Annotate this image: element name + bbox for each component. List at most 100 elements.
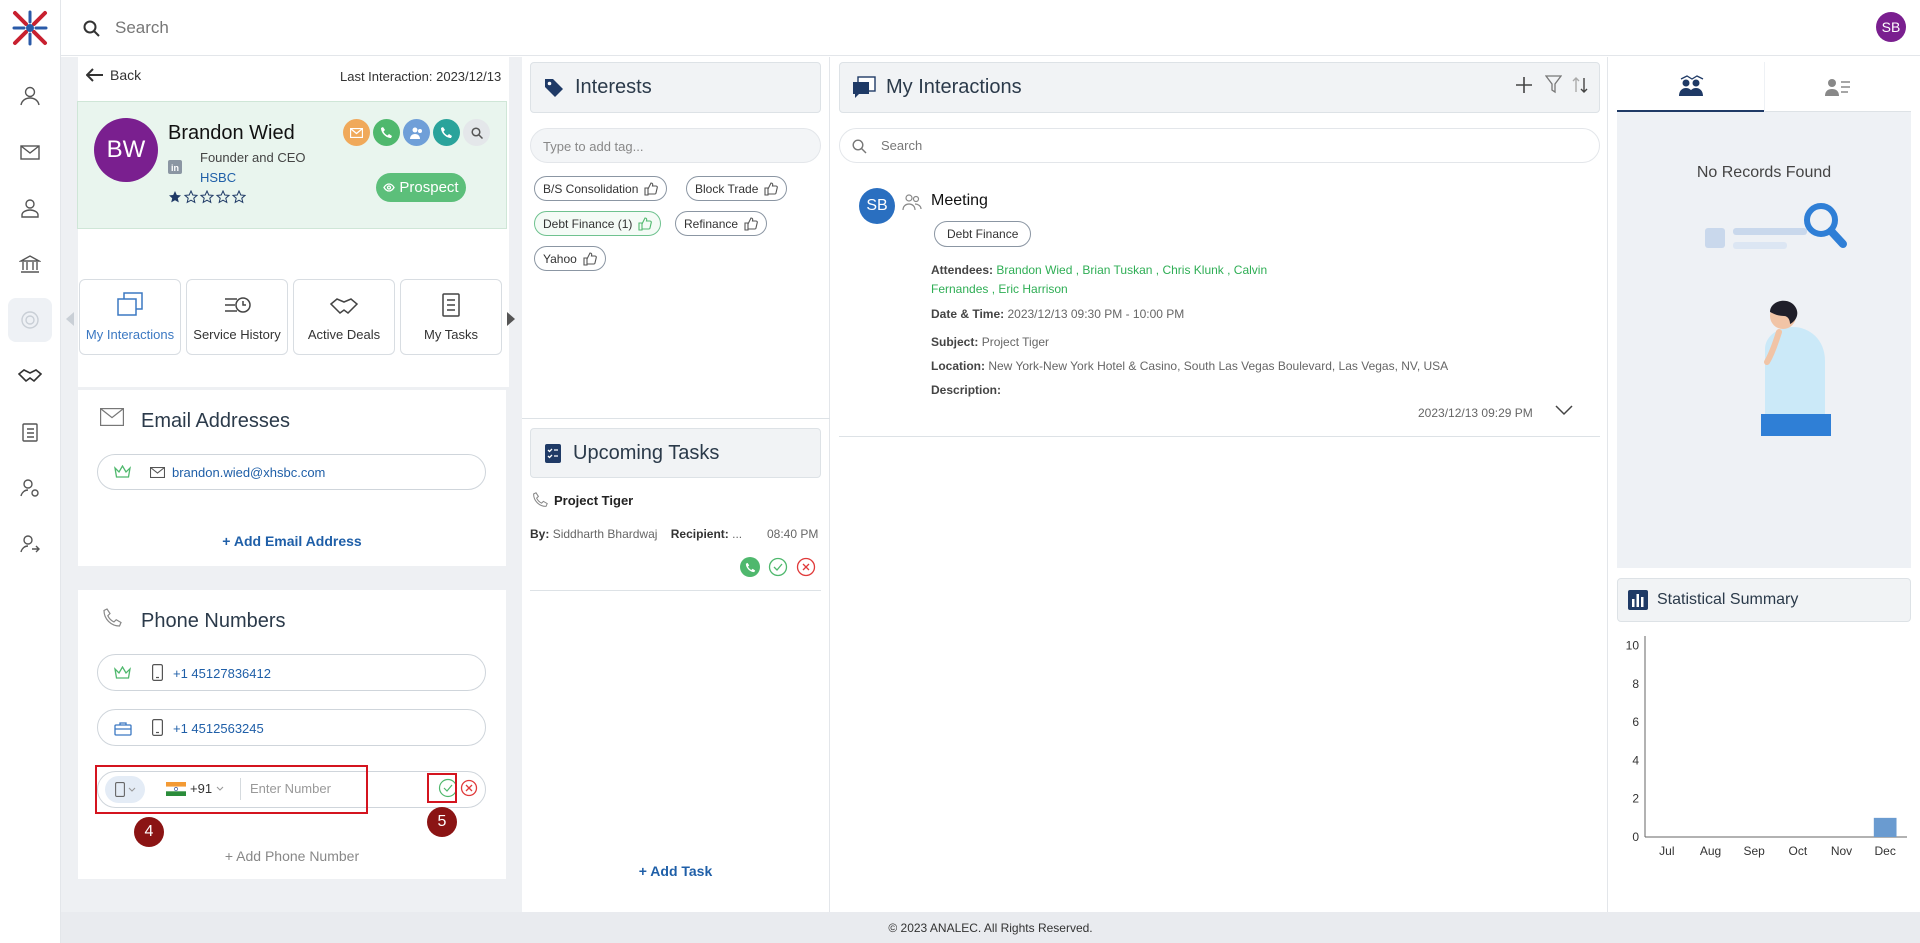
- filter-icon[interactable]: [1545, 75, 1562, 94]
- stats-header: Statistical Summary: [1617, 578, 1911, 622]
- interest-tag[interactable]: Refinance: [675, 211, 768, 236]
- chat-bubbles-icon: [853, 75, 876, 98]
- interest-tag[interactable]: Block Trade: [686, 176, 788, 201]
- service-history-icon: [225, 297, 251, 313]
- svg-text:in: in: [171, 163, 179, 173]
- tile-my-interactions[interactable]: My Interactions: [79, 279, 181, 355]
- profile-avatar: BW: [94, 118, 158, 182]
- x-tick-label: Aug: [1700, 844, 1721, 858]
- meeting-action-icon[interactable]: [403, 119, 430, 146]
- contacts-nav-icon[interactable]: [8, 74, 52, 118]
- user-avatar[interactable]: SB: [1876, 12, 1906, 42]
- add-email-button[interactable]: + Add Email Address: [78, 533, 506, 549]
- add-phone-button[interactable]: + Add Phone Number: [78, 848, 506, 864]
- attendees: Attendees: Brandon Wied , Brian Tuskan ,…: [931, 261, 1267, 280]
- divider: [530, 590, 821, 591]
- prospect-label: Prospect: [399, 179, 459, 196]
- rating-stars[interactable]: [168, 190, 246, 204]
- interest-tag[interactable]: B/S Consolidation: [534, 176, 668, 201]
- bar-dec: [1873, 817, 1897, 837]
- linkedin-icon[interactable]: in: [168, 160, 182, 174]
- tiles-scroll-left-icon[interactable]: [65, 312, 75, 326]
- tag-icon: [545, 78, 563, 97]
- settings-nav-icon[interactable]: [8, 298, 52, 342]
- attendees-line1[interactable]: Brandon Wied , Brian Tuskan , Chris Klun…: [996, 263, 1267, 277]
- location-label: Location:: [931, 359, 985, 373]
- empty-search-illustration: [1705, 198, 1855, 258]
- thumbs-up-icon[interactable]: [583, 251, 597, 266]
- add-task-button[interactable]: + Add Task: [530, 863, 821, 879]
- thumbs-up-icon[interactable]: [638, 216, 653, 231]
- tile-my-tasks[interactable]: My Tasks: [400, 279, 502, 355]
- interest-tag-liked[interactable]: Debt Finance (1): [534, 211, 662, 236]
- tile-active-deals[interactable]: Active Deals: [293, 279, 395, 355]
- interest-tag-label: B/S Consolidation: [543, 181, 639, 196]
- email-action-icon[interactable]: [343, 119, 370, 146]
- global-search-input[interactable]: Search: [115, 18, 169, 38]
- highlight-box-4: [95, 765, 368, 814]
- step-badge-5: 5: [427, 807, 457, 837]
- expand-chevron-icon[interactable]: [1555, 405, 1573, 416]
- profile-title: Founder and CEO: [200, 150, 306, 165]
- thumbs-up-icon[interactable]: [744, 216, 758, 231]
- interaction-type[interactable]: Meeting: [931, 192, 988, 210]
- back-button[interactable]: Back: [86, 67, 141, 83]
- phone-row-primary[interactable]: +1 45127836412: [97, 654, 486, 691]
- task-time: 08:40 PM: [767, 527, 819, 541]
- clipboard-icon: [442, 293, 460, 317]
- user-settings-nav-icon[interactable]: [8, 466, 52, 510]
- interest-tag[interactable]: Yahoo: [534, 246, 606, 271]
- description-label: Description:: [931, 383, 1002, 397]
- task-cancel-icon[interactable]: [796, 557, 816, 577]
- tab-relationships[interactable]: [1617, 62, 1764, 112]
- profile-name: Brandon Wied: [168, 122, 295, 144]
- prospect-status-button[interactable]: Prospect: [376, 173, 466, 202]
- search-icon: [852, 139, 867, 154]
- handshake-icon: [329, 298, 359, 314]
- task-title[interactable]: Project Tiger: [554, 493, 633, 508]
- user-share-nav-icon[interactable]: [8, 522, 52, 566]
- task-by-label: By:: [530, 527, 550, 541]
- task-recipient-value: ...: [732, 527, 743, 541]
- left-sidebar: [0, 0, 61, 943]
- email-value[interactable]: brandon.wied@xhsbc.com: [172, 465, 325, 480]
- handshake-nav-icon[interactable]: [8, 354, 52, 398]
- tasks-nav-icon[interactable]: [8, 410, 52, 454]
- add-interaction-icon[interactable]: [1515, 76, 1533, 94]
- tile-label: Service History: [193, 327, 281, 342]
- interest-tag-input[interactable]: Type to add tag...: [530, 128, 821, 163]
- bank-nav-icon[interactable]: [8, 242, 52, 286]
- attendees-label: Attendees:: [931, 263, 994, 277]
- mail-nav-icon[interactable]: [8, 130, 52, 174]
- interactions-header: My Interactions: [839, 62, 1600, 113]
- call-action-icon[interactable]: [373, 119, 400, 146]
- phone-row-work[interactable]: +1 4512563245: [97, 709, 486, 746]
- x-tick-label: Sep: [1743, 844, 1765, 858]
- interactions-search[interactable]: Search: [839, 128, 1600, 163]
- mobile-phone-icon: [152, 664, 163, 681]
- phone-value[interactable]: +1 4512563245: [173, 721, 264, 736]
- email-row[interactable]: brandon.wied@xhsbc.com: [97, 454, 486, 490]
- thumbs-up-icon[interactable]: [764, 181, 779, 196]
- interactions-icon: [117, 292, 143, 316]
- envelope-icon: [100, 408, 124, 426]
- task-complete-icon[interactable]: [768, 557, 788, 577]
- conference-call-action-icon[interactable]: [433, 119, 460, 146]
- search-action-icon[interactable]: [463, 119, 490, 146]
- profile-company[interactable]: HSBC: [200, 170, 236, 185]
- tiles-scroll-right-icon[interactable]: [506, 312, 516, 326]
- task-call-icon[interactable]: [740, 557, 760, 577]
- app-logo[interactable]: [11, 9, 49, 47]
- stats-bar-chart: 0 2 4 6 8 10 Jul Aug Sep Oct Nov Dec: [1626, 636, 1907, 858]
- attendees-line2[interactable]: Fernandes , Eric Harrison: [931, 280, 1068, 299]
- divider: [522, 418, 830, 419]
- tile-service-history[interactable]: Service History: [186, 279, 288, 355]
- tab-contact-card[interactable]: [1765, 62, 1911, 112]
- sort-icon[interactable]: [1572, 76, 1588, 94]
- tile-label: My Interactions: [85, 327, 175, 342]
- person-nav-icon[interactable]: [8, 186, 52, 230]
- thumbs-up-icon[interactable]: [644, 181, 659, 196]
- cancel-x-icon[interactable]: [460, 779, 478, 797]
- phone-value[interactable]: +1 45127836412: [173, 666, 271, 681]
- task-actions: [740, 557, 816, 577]
